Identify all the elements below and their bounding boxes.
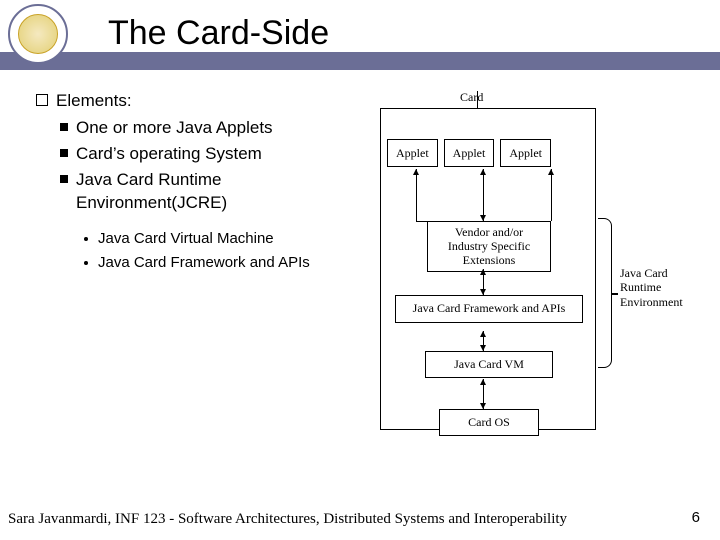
brace-icon: [598, 218, 612, 368]
applet-row: Applet Applet Applet: [387, 139, 591, 167]
list-text: One or more Java Applets: [76, 117, 273, 140]
hollow-square-bullet-icon: [36, 94, 48, 106]
diagram-applet-box: Applet: [444, 139, 495, 167]
seal-icon: [18, 14, 58, 54]
diagram-jcre-label: Java Card Runtime Environment: [620, 266, 710, 309]
list-item: Elements:: [36, 90, 366, 113]
diagram-applet-box: Applet: [387, 139, 438, 167]
arrow-icon: [483, 169, 484, 221]
university-seal: [8, 4, 68, 64]
square-bullet-icon: [60, 149, 68, 157]
list-text: Java Card Framework and APIs: [98, 253, 310, 273]
square-bullet-icon: [60, 175, 68, 183]
list-text: Card’s operating System: [76, 143, 262, 166]
arrow-icon: [551, 169, 552, 221]
outline: Elements: One or more Java Applets Card’…: [36, 90, 366, 275]
diagram-card-label: Card: [460, 90, 483, 105]
dot-bullet-icon: [84, 261, 88, 265]
list-item: Card’s operating System: [60, 143, 366, 166]
diagram-framework-box: Java Card Framework and APIs: [395, 295, 583, 323]
list-item: Java Card Runtime Environment(JCRE): [60, 169, 366, 215]
list-text: Elements:: [56, 90, 132, 113]
page-number: 6: [692, 509, 700, 526]
diagram-vm-box: Java Card VM: [425, 351, 553, 378]
slide-title: The Card-Side: [108, 14, 329, 53]
list-text: Java Card Runtime Environment(JCRE): [76, 169, 366, 215]
arrow-icon: [483, 379, 484, 409]
arrow-icon: [416, 169, 417, 221]
arrow-icon: [483, 331, 484, 351]
arrow-icon: [483, 269, 484, 295]
list-item: Java Card Framework and APIs: [84, 253, 366, 273]
diagram-vendor-box: Vendor and/or Industry Specific Extensio…: [427, 221, 551, 272]
dot-bullet-icon: [84, 237, 88, 241]
list-text: Java Card Virtual Machine: [98, 229, 274, 249]
header-band: [0, 52, 720, 70]
diagram-card-box: Applet Applet Applet Vendor and/or Indus…: [380, 108, 596, 430]
list-item: One or more Java Applets: [60, 117, 366, 140]
architecture-diagram: Card Applet Applet Applet Vendor and/or …: [380, 90, 710, 450]
diagram-os-box: Card OS: [439, 409, 539, 436]
footer-text: Sara Javanmardi, INF 123 - Software Arch…: [8, 511, 567, 528]
square-bullet-icon: [60, 123, 68, 131]
diagram-applet-box: Applet: [500, 139, 551, 167]
list-item: Java Card Virtual Machine: [84, 229, 366, 249]
